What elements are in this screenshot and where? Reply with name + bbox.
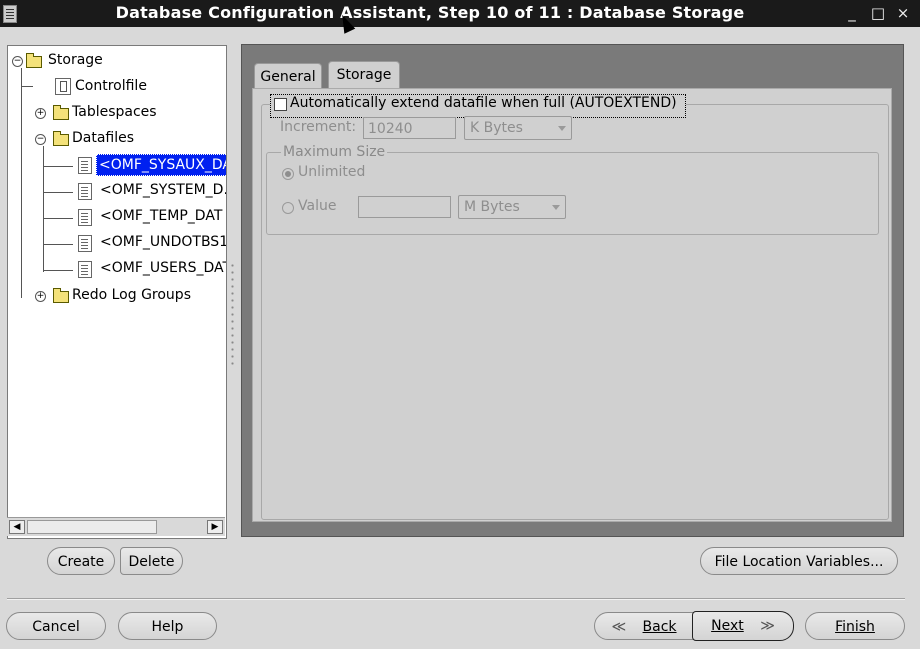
- autoextend-checkbox[interactable]: [274, 98, 287, 111]
- scroll-left-arrow-icon[interactable]: ◀: [9, 520, 25, 534]
- autoextend-label[interactable]: Automatically extend datafile when full …: [290, 95, 677, 111]
- tree-item-redo-log-groups[interactable]: Redo Log Groups: [72, 285, 191, 305]
- collapse-icon[interactable]: −: [12, 56, 23, 67]
- next-label: Next: [711, 618, 744, 634]
- maximum-size-legend: Maximum Size: [281, 144, 388, 160]
- title-bar: Database Configuration Assistant, Step 1…: [0, 0, 920, 27]
- scroll-right-arrow-icon[interactable]: ▶: [207, 520, 223, 534]
- tree-connector: [43, 270, 73, 271]
- unlimited-label[interactable]: Unlimited: [298, 164, 365, 180]
- close-button[interactable]: ×: [895, 4, 911, 22]
- datafile-icon: [78, 235, 92, 252]
- increment-label: Increment:: [280, 119, 357, 135]
- controlfile-icon: [55, 78, 71, 95]
- tree-item-datafile[interactable]: <OMF_USERS_DAT: [100, 258, 226, 278]
- next-arrow-icon: ≫: [760, 618, 775, 634]
- datafile-icon: [78, 209, 92, 226]
- collapse-icon[interactable]: −: [35, 134, 46, 145]
- back-label: Back: [642, 619, 677, 635]
- tree-connector: [21, 86, 33, 87]
- value-label[interactable]: Value: [298, 198, 336, 214]
- storage-tab-content: Automatically extend datafile when full …: [252, 88, 892, 522]
- tree-connector: [21, 124, 22, 298]
- finish-button[interactable]: Finish: [805, 612, 905, 640]
- datafile-icon: [78, 261, 92, 278]
- divider: [7, 598, 905, 600]
- tree-connector: [21, 68, 22, 124]
- tree-connector: [43, 146, 44, 272]
- increment-input[interactable]: 10240: [363, 117, 456, 139]
- splitter-handle[interactable]: [231, 262, 234, 367]
- chevron-down-icon: [552, 205, 560, 210]
- folder-icon: [53, 131, 69, 146]
- increment-unit-select[interactable]: K Bytes: [464, 116, 572, 140]
- unlimited-radio[interactable]: [282, 168, 294, 180]
- tab-storage[interactable]: Storage: [328, 61, 400, 90]
- folder-icon: [53, 105, 69, 120]
- tree-item-datafile[interactable]: <OMF_SYSTEM_D.: [100, 180, 226, 200]
- tree-horizontal-scrollbar[interactable]: ◀ ▶: [7, 517, 225, 536]
- value-radio[interactable]: [282, 202, 294, 214]
- help-button[interactable]: Help: [118, 612, 217, 640]
- folder-icon: [26, 53, 42, 68]
- tree-item-datafile[interactable]: <OMF_UNDOTBS1: [100, 232, 226, 252]
- create-button[interactable]: Create: [47, 547, 115, 575]
- max-size-unit-select[interactable]: M Bytes: [458, 195, 566, 219]
- tree-item-datafiles[interactable]: Datafiles: [72, 128, 134, 148]
- finish-label: Finish: [835, 619, 875, 635]
- window-title: Database Configuration Assistant, Step 1…: [115, 3, 745, 22]
- expand-icon[interactable]: +: [35, 291, 46, 302]
- tree-connector: [43, 192, 73, 193]
- tree-connector: [43, 218, 73, 219]
- tree-item-datafile[interactable]: <OMF_TEMP_DAT: [100, 206, 222, 226]
- chevron-down-icon: [558, 126, 566, 131]
- back-arrow-icon: ≪: [611, 619, 627, 635]
- file-location-variables-button[interactable]: File Location Variables...: [700, 547, 898, 575]
- scrollbar-thumb[interactable]: [27, 520, 157, 534]
- increment-unit-value: K Bytes: [470, 120, 523, 136]
- minimize-button[interactable]: _: [844, 4, 860, 22]
- datafile-icon: [78, 183, 92, 200]
- cancel-button[interactable]: Cancel: [6, 612, 106, 640]
- delete-button[interactable]: Delete: [120, 547, 183, 575]
- folder-icon: [53, 288, 69, 303]
- tree-item-controlfile[interactable]: Controlfile: [75, 76, 147, 96]
- storage-tree[interactable]: − Storage Controlfile + Tablespaces − Da…: [7, 45, 227, 539]
- tree-item-storage[interactable]: Storage: [48, 50, 103, 70]
- datafile-icon: [78, 157, 92, 174]
- tree-connector: [43, 166, 73, 167]
- tree-connector: [43, 244, 73, 245]
- back-button[interactable]: ≪ Back: [594, 612, 694, 640]
- expand-icon[interactable]: +: [35, 108, 46, 119]
- tree-item-datafile-selected[interactable]: <OMF_SYSAUX_DA: [96, 154, 226, 176]
- maximize-button[interactable]: □: [870, 4, 886, 22]
- tree-item-tablespaces[interactable]: Tablespaces: [72, 102, 157, 122]
- max-size-unit-value: M Bytes: [464, 199, 520, 215]
- max-size-value-input[interactable]: [358, 196, 451, 218]
- next-button[interactable]: Next ≫: [692, 611, 794, 641]
- tab-general[interactable]: General: [254, 63, 322, 90]
